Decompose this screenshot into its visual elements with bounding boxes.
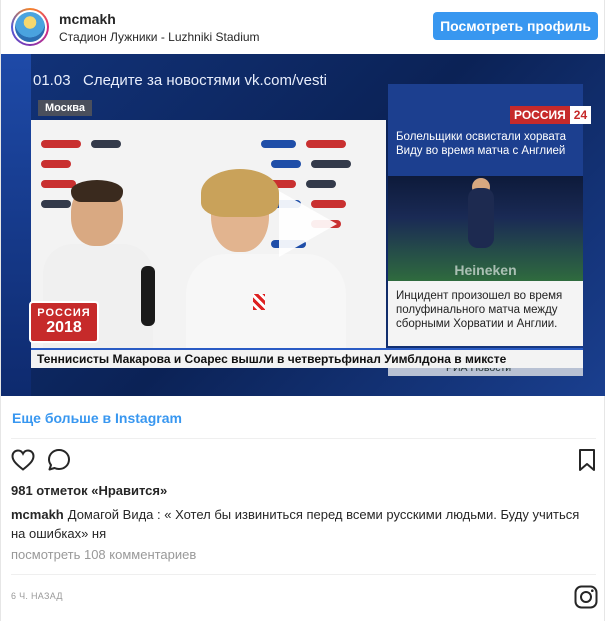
news-panel: РОССИЯ 24 Болельщики освистали хорвата В… <box>388 84 592 376</box>
caption-username[interactable]: mcmakh <box>11 507 64 522</box>
view-comments-link[interactable]: посмотреть 108 комментариев <box>11 547 196 562</box>
play-icon[interactable] <box>271 189 341 259</box>
avatar[interactable] <box>11 8 49 46</box>
panel-ad-text: Heineken <box>454 262 517 278</box>
panel-photo: Heineken <box>388 176 583 281</box>
instagram-icon[interactable] <box>573 584 599 610</box>
broadcast-time: 01.03 <box>33 72 71 89</box>
caption-text: Домагой Вида : « Хотел бы извиниться пер… <box>11 507 580 541</box>
avatar-photo <box>15 12 45 42</box>
comment-icon[interactable] <box>46 447 72 473</box>
instagram-embed-card: mcmakh Стадион Лужники - Luzhniki Stadiu… <box>0 0 605 621</box>
croatia-crest <box>253 294 265 310</box>
video-topbar: 01.03 Следите за новостями vk.com/vesti <box>33 72 388 92</box>
channel-logo: РОССИЯ 24 <box>510 105 592 124</box>
location[interactable]: Стадион Лужники - Luzhniki Stadium <box>59 30 260 44</box>
video-player[interactable]: 01.03 Следите за новостями vk.com/vesti … <box>1 54 605 396</box>
microphone <box>141 266 155 326</box>
bookmark-icon[interactable] <box>574 447 600 473</box>
divider <box>11 438 596 439</box>
more-on-instagram-link[interactable]: Еще больше в Instagram <box>12 410 182 426</box>
heart-icon[interactable] <box>10 447 36 473</box>
panel-headline: Болельщики освистали хорвата Виду во вре… <box>396 131 567 157</box>
likes-count[interactable]: 981 отметок «Нравится» <box>11 483 167 498</box>
post-header: mcmakh Стадион Лужники - Luzhniki Stadiu… <box>1 0 605 54</box>
post-caption: mcmakh Домагой Вида : « Хотел бы извинить… <box>11 505 591 543</box>
divider <box>11 574 596 575</box>
view-profile-button[interactable]: Посмотреть профиль <box>433 12 598 40</box>
bottom-ticker: Теннисисты Макарова и Соарес вышли в чет… <box>31 348 583 368</box>
username[interactable]: mcmakh <box>59 11 116 27</box>
russia-2018-badge: РОССИЯ 2018 <box>29 301 99 343</box>
panel-text: Инцидент произошел во время полуфинально… <box>396 290 563 330</box>
post-timestamp[interactable]: 6 Ч. НАЗАД <box>11 591 63 601</box>
top-ticker: Следите за новостями vk.com/vesti <box>83 72 327 89</box>
city-tag: Москва <box>38 100 92 116</box>
